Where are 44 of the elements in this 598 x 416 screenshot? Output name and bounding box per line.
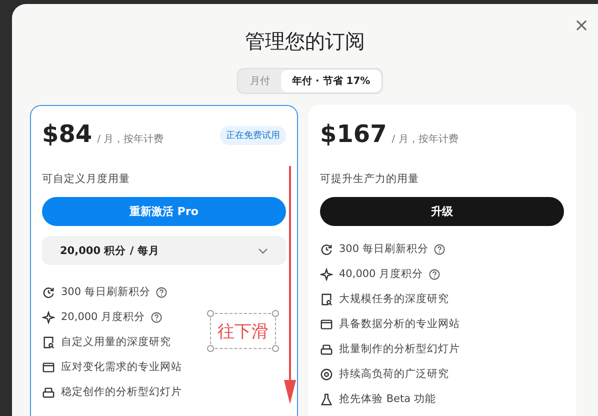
plan-description: 可提升生产力的用量 <box>320 172 420 186</box>
plan-button[interactable]: 升级 <box>320 197 564 226</box>
plan-description: 可自定义月度用量 <box>42 172 131 186</box>
slides-icon <box>320 342 333 356</box>
feature-text: 20,000 月度积分 <box>61 310 146 324</box>
billing-period: / 月，按年计费 <box>392 132 458 146</box>
feature-text: 持续高负荷的广泛研究 <box>339 367 449 381</box>
annotation-text: 往下滑 <box>218 320 268 342</box>
billing-period: / 月，按年计费 <box>97 132 164 146</box>
target-icon <box>320 368 333 380</box>
sparkle-icon <box>42 310 55 324</box>
dialog-title: 管理您的订阅 <box>244 28 366 54</box>
slides-icon <box>42 386 55 398</box>
help-icon[interactable] <box>434 244 446 254</box>
plan-button[interactable]: 重新激活 Pro <box>42 197 286 226</box>
feature-text: 稳定创作的分析型幻灯片 <box>61 385 182 399</box>
feature-text: 300 每日刷新积分 <box>339 242 428 256</box>
feature-text: 抢先体验 Beta 功能 <box>339 392 436 406</box>
help-icon[interactable] <box>156 286 168 298</box>
browser-window-icon <box>42 360 55 374</box>
feature-text: 具备数据分析的专业网站 <box>339 317 460 331</box>
clock-refresh-icon <box>320 242 333 256</box>
feature-text: 40,000 月度积分 <box>339 267 424 281</box>
sparkle-icon <box>320 268 333 280</box>
help-icon[interactable] <box>151 312 162 322</box>
feature-text: 自定义用量的深度研究 <box>61 335 171 349</box>
document-search-icon <box>42 336 55 348</box>
clock-refresh-icon <box>42 286 55 298</box>
flask-icon <box>320 392 333 406</box>
plan-price: $167 <box>320 120 387 148</box>
help-icon[interactable] <box>429 268 440 280</box>
credits-dropdown[interactable]: 20,000 积分 / 每月 <box>42 236 286 265</box>
dropdown-value: 20,000 积分 / 每月 <box>60 244 160 258</box>
feature-text: 大规模任务的深度研究 <box>339 292 449 306</box>
close-button[interactable]: × <box>572 16 592 36</box>
feature-text: 批量制作的分析型幻灯片 <box>339 342 460 356</box>
plan-price: $84 <box>42 120 92 148</box>
feature-text: 应对变化需求的专业网站 <box>61 360 182 374</box>
trial-badge: 正在免费试用 <box>220 126 286 144</box>
billing-tab[interactable]: 年付 · 节省 17% <box>281 70 382 92</box>
document-search-icon <box>320 292 333 306</box>
browser-window-icon <box>320 318 333 330</box>
feature-text: 300 每日刷新积分 <box>61 285 150 299</box>
chevron-down-icon <box>258 248 268 254</box>
